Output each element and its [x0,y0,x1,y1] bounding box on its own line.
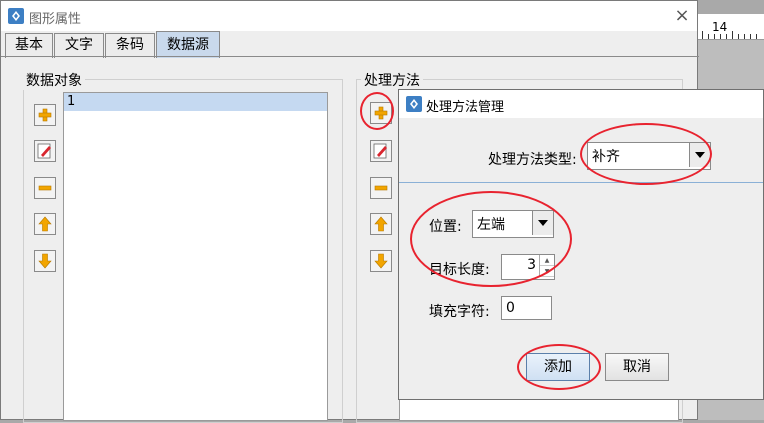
cancel-button[interactable]: 取消 [605,353,669,381]
window-title: 图形属性 [29,12,82,27]
dialog-title-bar[interactable]: 处理方法管理 [399,90,763,118]
annotation-circle-add-button [517,344,601,390]
move-down-method-button[interactable] [370,250,392,272]
arrow-down-icon [38,253,52,269]
remove-method-button[interactable] [370,177,392,199]
plus-icon [38,108,52,122]
edit-icon [37,143,51,159]
fill-char-label: 填充字符: [429,304,490,320]
move-up-method-button[interactable] [370,213,392,235]
fill-char-input[interactable]: 0 [501,296,552,320]
app-icon [406,96,422,112]
edit-data-button[interactable] [34,140,56,162]
ruler-number: 14 [712,20,728,34]
arrow-up-icon [374,216,388,232]
move-up-data-button[interactable] [34,213,56,235]
arrow-up-icon [38,216,52,232]
window-title-bar[interactable]: 图形属性 × [1,1,697,31]
dialog-title: 处理方法管理 [426,100,505,115]
minus-icon [38,185,52,191]
remove-data-button[interactable] [34,177,56,199]
tab-divider [1,56,699,57]
minus-icon [374,185,388,191]
tab-barcode[interactable]: 条码 [105,33,155,58]
arrow-down-icon [374,253,388,269]
method-type-label: 处理方法类型: [488,152,577,168]
tab-basic[interactable]: 基本 [5,33,53,58]
process-method-label: 处理方法 [361,70,423,90]
edit-method-button[interactable] [370,140,392,162]
ruler: 14 [698,14,764,40]
data-object-label: 数据对象 [23,70,85,90]
dialog-separator [399,182,763,183]
list-item[interactable]: 1 [64,93,327,111]
close-icon[interactable]: × [671,5,693,27]
tab-text[interactable]: 文字 [54,33,104,58]
annotation-circle-settings [410,191,572,287]
data-object-list[interactable]: 1 [63,92,328,421]
edit-icon [373,143,387,159]
move-down-data-button[interactable] [34,250,56,272]
app-icon [8,8,24,24]
tab-data-source[interactable]: 数据源 [156,31,220,58]
process-method-dialog: 处理方法管理 处理方法类型: 补齐 位置: 左端 目标长度: 3 ▲ ▼ 填充字… [398,89,764,400]
annotation-circle-add [360,92,394,130]
annotation-circle-type [580,123,712,185]
add-data-button[interactable] [34,104,56,126]
